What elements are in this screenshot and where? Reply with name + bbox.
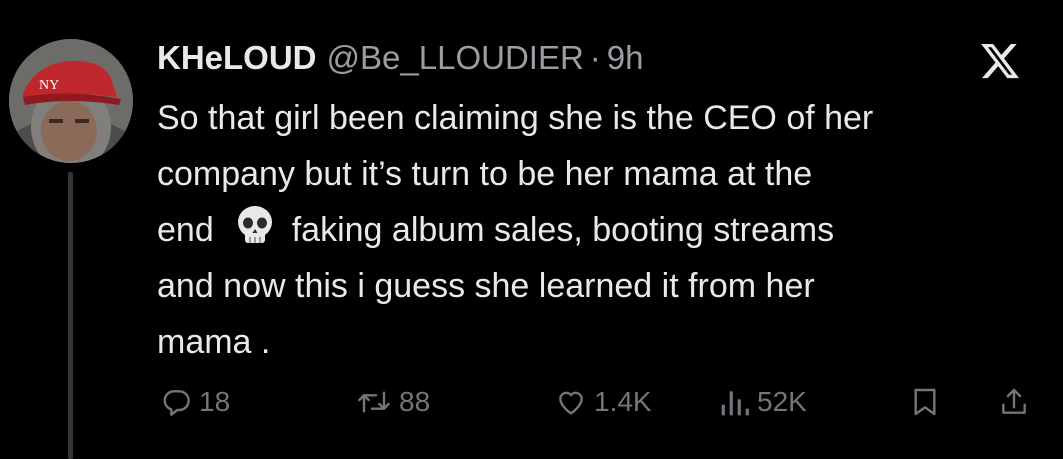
- tweet-text-segment: faking album sales, booting streams: [291, 211, 835, 249]
- share-icon: [998, 386, 1030, 418]
- retweet-button[interactable]: 88: [356, 380, 430, 424]
- profile-avatar-image: NY: [9, 39, 133, 163]
- x-logo-icon: [979, 40, 1021, 82]
- tweet-text-segment: end: [157, 211, 214, 249]
- heart-icon: [555, 386, 587, 418]
- reply-icon: [160, 386, 192, 418]
- avatar[interactable]: NY: [9, 39, 133, 163]
- bookmark-icon: [910, 386, 940, 418]
- user-handle[interactable]: @Be_LLOUDIER: [327, 36, 584, 80]
- tweet-text-line: So that girl been claiming she is the CE…: [157, 99, 874, 137]
- reply-button[interactable]: 18: [160, 380, 230, 424]
- retweet-count: 88: [399, 386, 431, 417]
- header-separator: ·: [589, 39, 601, 76]
- tweet-header: KHeLOUD @Be_LLOUDIER · 9h: [157, 36, 644, 80]
- reply-count: 18: [199, 386, 231, 417]
- views-button[interactable]: 52K: [720, 380, 807, 424]
- tweet-text-line: and now this i guess she learned it from…: [157, 267, 815, 305]
- timestamp[interactable]: 9h: [607, 36, 644, 80]
- views-count: 52K: [757, 386, 807, 417]
- tweet[interactable]: NY KHeLOUD @Be_LLOUDIER · 9h So that gir…: [0, 0, 1063, 459]
- share-button[interactable]: [998, 380, 1030, 424]
- bookmark-button[interactable]: [910, 380, 940, 424]
- action-bar: 18 88 1.4K 52K: [0, 380, 1063, 424]
- tweet-text-line: mama .: [157, 323, 271, 361]
- skull-emoji: [232, 203, 278, 249]
- svg-text:NY: NY: [39, 78, 59, 93]
- like-count: 1.4K: [594, 386, 652, 417]
- tweet-text-line: end faking album sales, booting streams: [157, 202, 1037, 258]
- tweet-text: So that girl been claiming she is the CE…: [157, 90, 1037, 370]
- views-icon: [720, 386, 750, 418]
- display-name[interactable]: KHeLOUD: [157, 36, 317, 80]
- tweet-text-line: company but it’s turn to be her mama at …: [157, 155, 813, 193]
- retweet-icon: [356, 386, 392, 418]
- like-button[interactable]: 1.4K: [555, 380, 652, 424]
